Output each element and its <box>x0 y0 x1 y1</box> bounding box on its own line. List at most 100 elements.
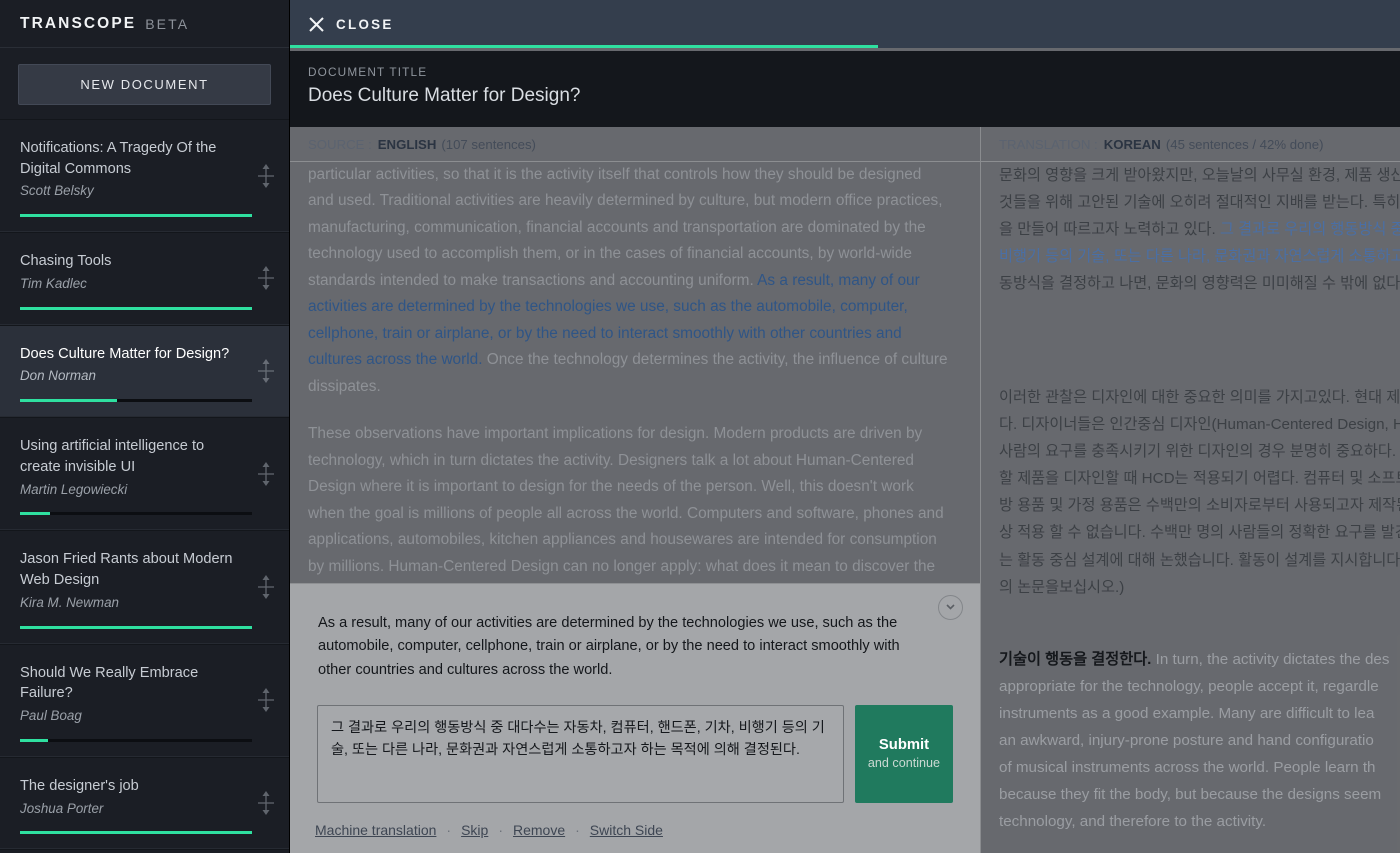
drag-handle-icon[interactable] <box>257 574 275 600</box>
editor-link-machine-translation[interactable]: Machine translation <box>315 822 436 838</box>
document-list: Notifications: A Tragedy Of the Digital … <box>0 119 289 853</box>
document-item-title: Using artificial intelligence to create … <box>20 438 205 475</box>
target-paragraph-1[interactable]: 문화의 영향을 크게 받아왔지만, 오늘날의 사무실 환경, 제품 생산, 것들… <box>999 162 1400 297</box>
source-text-panel[interactable]: particular activities, so that it is the… <box>290 162 980 582</box>
document-title: Does Culture Matter for Design? <box>308 85 581 106</box>
app-root: TRANSCOPE BETA NEW DOCUMENT Notification… <box>0 0 1400 853</box>
target-p1-line-1: 문화의 영향을 크게 받아왔지만, 오늘날의 사무실 환경, 제품 생산, <box>999 167 1400 184</box>
document-progress-bar <box>20 512 252 516</box>
brand-name: TRANSCOPE <box>20 14 137 32</box>
target-p3-line-7: technology, and therefore to the activit… <box>999 812 1267 830</box>
target-paragraph-2[interactable]: 이러한 관찰은 디자인에 대한 중요한 의미를 가지고있다. 현대 제품 다. … <box>999 384 1400 600</box>
target-p3-line-3: instruments as a good example. Many are … <box>999 704 1375 722</box>
target-p3-line-4: an awkward, injury-prone posture and han… <box>999 731 1374 749</box>
target-language-bar: TRANSLATION : KOREAN (45 sentences / 42%… <box>981 127 1400 162</box>
source-paragraph-1: particular activities, so that it is the… <box>308 162 948 400</box>
link-separator: · <box>498 822 503 839</box>
submit-and-continue-button[interactable]: Submit and continue <box>855 705 953 804</box>
collapse-editor-button[interactable] <box>938 595 963 620</box>
drag-handle-icon[interactable] <box>257 790 275 816</box>
editor-top-header: CLOSE <box>290 0 1400 48</box>
document-item-title: Should We Really Embrace Failure? <box>20 664 199 702</box>
target-p2-line-1: 이러한 관찰은 디자인에 대한 중요한 의미를 가지고있다. 현대 제품 <box>999 389 1400 407</box>
document-progress-fill <box>20 306 252 310</box>
target-p3-line-6: because they fit the body, but because t… <box>999 785 1382 803</box>
target-sentence-count: (45 sentences / 42% done) <box>1165 136 1324 152</box>
document-list-item[interactable]: Chasing Tools Tim Kadlec <box>0 232 289 325</box>
target-p1-active-line-2[interactable]: 비행기 등의 기술, 또는 다른 나라, 문화권과 자연스럽게 소통하고자 <box>999 248 1400 265</box>
document-item-title: Notifications: A Tragedy Of the Digital … <box>20 140 217 177</box>
target-p3-line-5: of musical instruments across the world.… <box>999 758 1376 776</box>
document-list-item[interactable]: Does Culture Matter for Design? Don Norma… <box>0 324 289 418</box>
document-item-title: Jason Fried Rants about Modern Web Desig… <box>20 551 233 589</box>
editor-link-switch-side[interactable]: Switch Side <box>590 822 663 838</box>
document-list-item[interactable]: Jason Fried Rants about Modern Web Desig… <box>0 530 289 644</box>
document-progress-fill <box>20 512 51 516</box>
document-title-bar: DOCUMENT TITLE Does Culture Matter for D… <box>290 51 1400 127</box>
brand-bar: TRANSCOPE BETA <box>0 0 289 48</box>
editor-source-sentence: As a result, many of our activities are … <box>318 615 900 678</box>
document-item-title: The designer's job <box>20 777 139 794</box>
document-item-author: Scott Belsky <box>20 183 94 199</box>
document-item-title: Does Culture Matter for Design? <box>20 345 230 362</box>
document-item-author: Kira M. Newman <box>20 594 119 610</box>
drag-handle-icon[interactable] <box>257 687 275 713</box>
link-separator: · <box>575 822 580 839</box>
document-progress-bar <box>20 625 252 629</box>
document-progress-bar <box>20 399 252 403</box>
document-item-title: Chasing Tools <box>20 253 112 270</box>
source-sentence-before[interactable]: particular activities, so that it is the… <box>308 166 943 289</box>
target-kicker: TRANSLATION : <box>999 136 1098 152</box>
document-list-item[interactable]: The Documentation Dilemma <box>0 849 289 853</box>
target-text-panel[interactable]: 문화의 영향을 크게 받아왔지만, 오늘날의 사무실 환경, 제품 생산, 것들… <box>981 162 1400 853</box>
close-icon <box>308 16 325 33</box>
document-item-author: Paul Boag <box>20 708 82 724</box>
close-button[interactable]: CLOSE <box>308 16 394 33</box>
document-progress-fill <box>20 738 48 742</box>
document-progress-bar <box>20 214 252 218</box>
document-item-author: Martin Legowiecki <box>20 481 128 497</box>
document-progress-fill <box>20 214 252 218</box>
sidebar: TRANSCOPE BETA NEW DOCUMENT Notification… <box>0 0 290 853</box>
chevron-down-icon <box>944 600 957 616</box>
source-paragraph-2[interactable]: These observations have important implic… <box>308 421 948 582</box>
target-p2-line-3: 사람의 요구를 충족시키기 위한 디자인의 경우 분명히 중요하다. 하 <box>999 443 1400 461</box>
new-document-button[interactable]: NEW DOCUMENT <box>18 64 271 105</box>
translation-input[interactable] <box>317 705 844 804</box>
drag-handle-icon[interactable] <box>257 163 275 189</box>
document-list-item[interactable]: Using artificial intelligence to create … <box>0 417 289 531</box>
target-p2-line-5: 방 용품 및 가정 용품은 수백만의 소비자로부터 사용되고자 제작된 <box>999 497 1400 515</box>
target-language-name[interactable]: KOREAN <box>1104 137 1161 152</box>
translation-editor-panel: As a result, many of our activities are … <box>290 583 980 853</box>
target-p2-line-7: 는 활동 중심 설계에 대해 논했습니다. 활동이 설계를 지시합니다. <box>999 551 1400 569</box>
document-list-item[interactable]: Should We Really Embrace Failure? Paul Bo… <box>0 643 289 757</box>
document-title-kicker: DOCUMENT TITLE <box>308 65 428 79</box>
target-p3-line-2: appropriate for the technology, people a… <box>999 677 1379 695</box>
drag-handle-icon[interactable] <box>257 358 275 384</box>
editor-link-skip[interactable]: Skip <box>461 822 488 838</box>
document-list-item[interactable]: The designer's job Joshua Porter <box>0 756 289 850</box>
document-list-item[interactable]: Notifications: A Tragedy Of the Digital … <box>0 119 289 233</box>
target-p3-line-1: In turn, the activity dictates the des <box>1151 650 1390 668</box>
editor-link-remove[interactable]: Remove <box>513 822 565 838</box>
target-p2-line-6: 상 적용 할 수 없습니다. 수백만 명의 사람들의 정확한 요구를 발견 <box>999 524 1400 542</box>
drag-handle-icon[interactable] <box>257 461 275 487</box>
editor-input-row: Submit and continue <box>290 682 980 804</box>
submit-button-sublabel: and continue <box>867 756 941 771</box>
target-p1-active-line-1[interactable]: 그 결과로 우리의 행동방식 중 <box>1220 221 1400 238</box>
target-p2-line-8: 의 논문을보십시오.) <box>999 578 1125 596</box>
target-p1-line-4: 동방식을 결정하고 나면, 문화의 영향력은 미미해질 수 밖에 없다. <box>999 275 1400 293</box>
document-progress-fill <box>20 831 252 835</box>
source-language-bar: SOURCE : ENGLISH (107 sentences) <box>290 127 980 162</box>
document-progress-bar <box>20 306 252 310</box>
document-item-author: Joshua Porter <box>20 800 104 816</box>
brand-beta-tag: BETA <box>145 15 190 32</box>
editor-action-links: Machine translation · Skip · Remove · Switch S… <box>290 803 980 838</box>
drag-handle-icon[interactable] <box>257 265 275 291</box>
target-p3-translated-sentence[interactable]: 기술이 행동을 결정한다. <box>999 651 1151 668</box>
target-p2-line-2: 다. 디자이너들은 인간중심 디자인(Human-Centered Design… <box>999 416 1400 434</box>
target-paragraph-3[interactable]: 기술이 행동을 결정한다. In turn, the activity dict… <box>999 646 1400 835</box>
target-p1-line-2: 것들을 위해 고안된 기술에 오히려 절대적인 지배를 받는다. 특히 <box>999 194 1400 212</box>
document-progress-fill <box>20 625 252 629</box>
source-language-name[interactable]: ENGLISH <box>378 137 437 152</box>
